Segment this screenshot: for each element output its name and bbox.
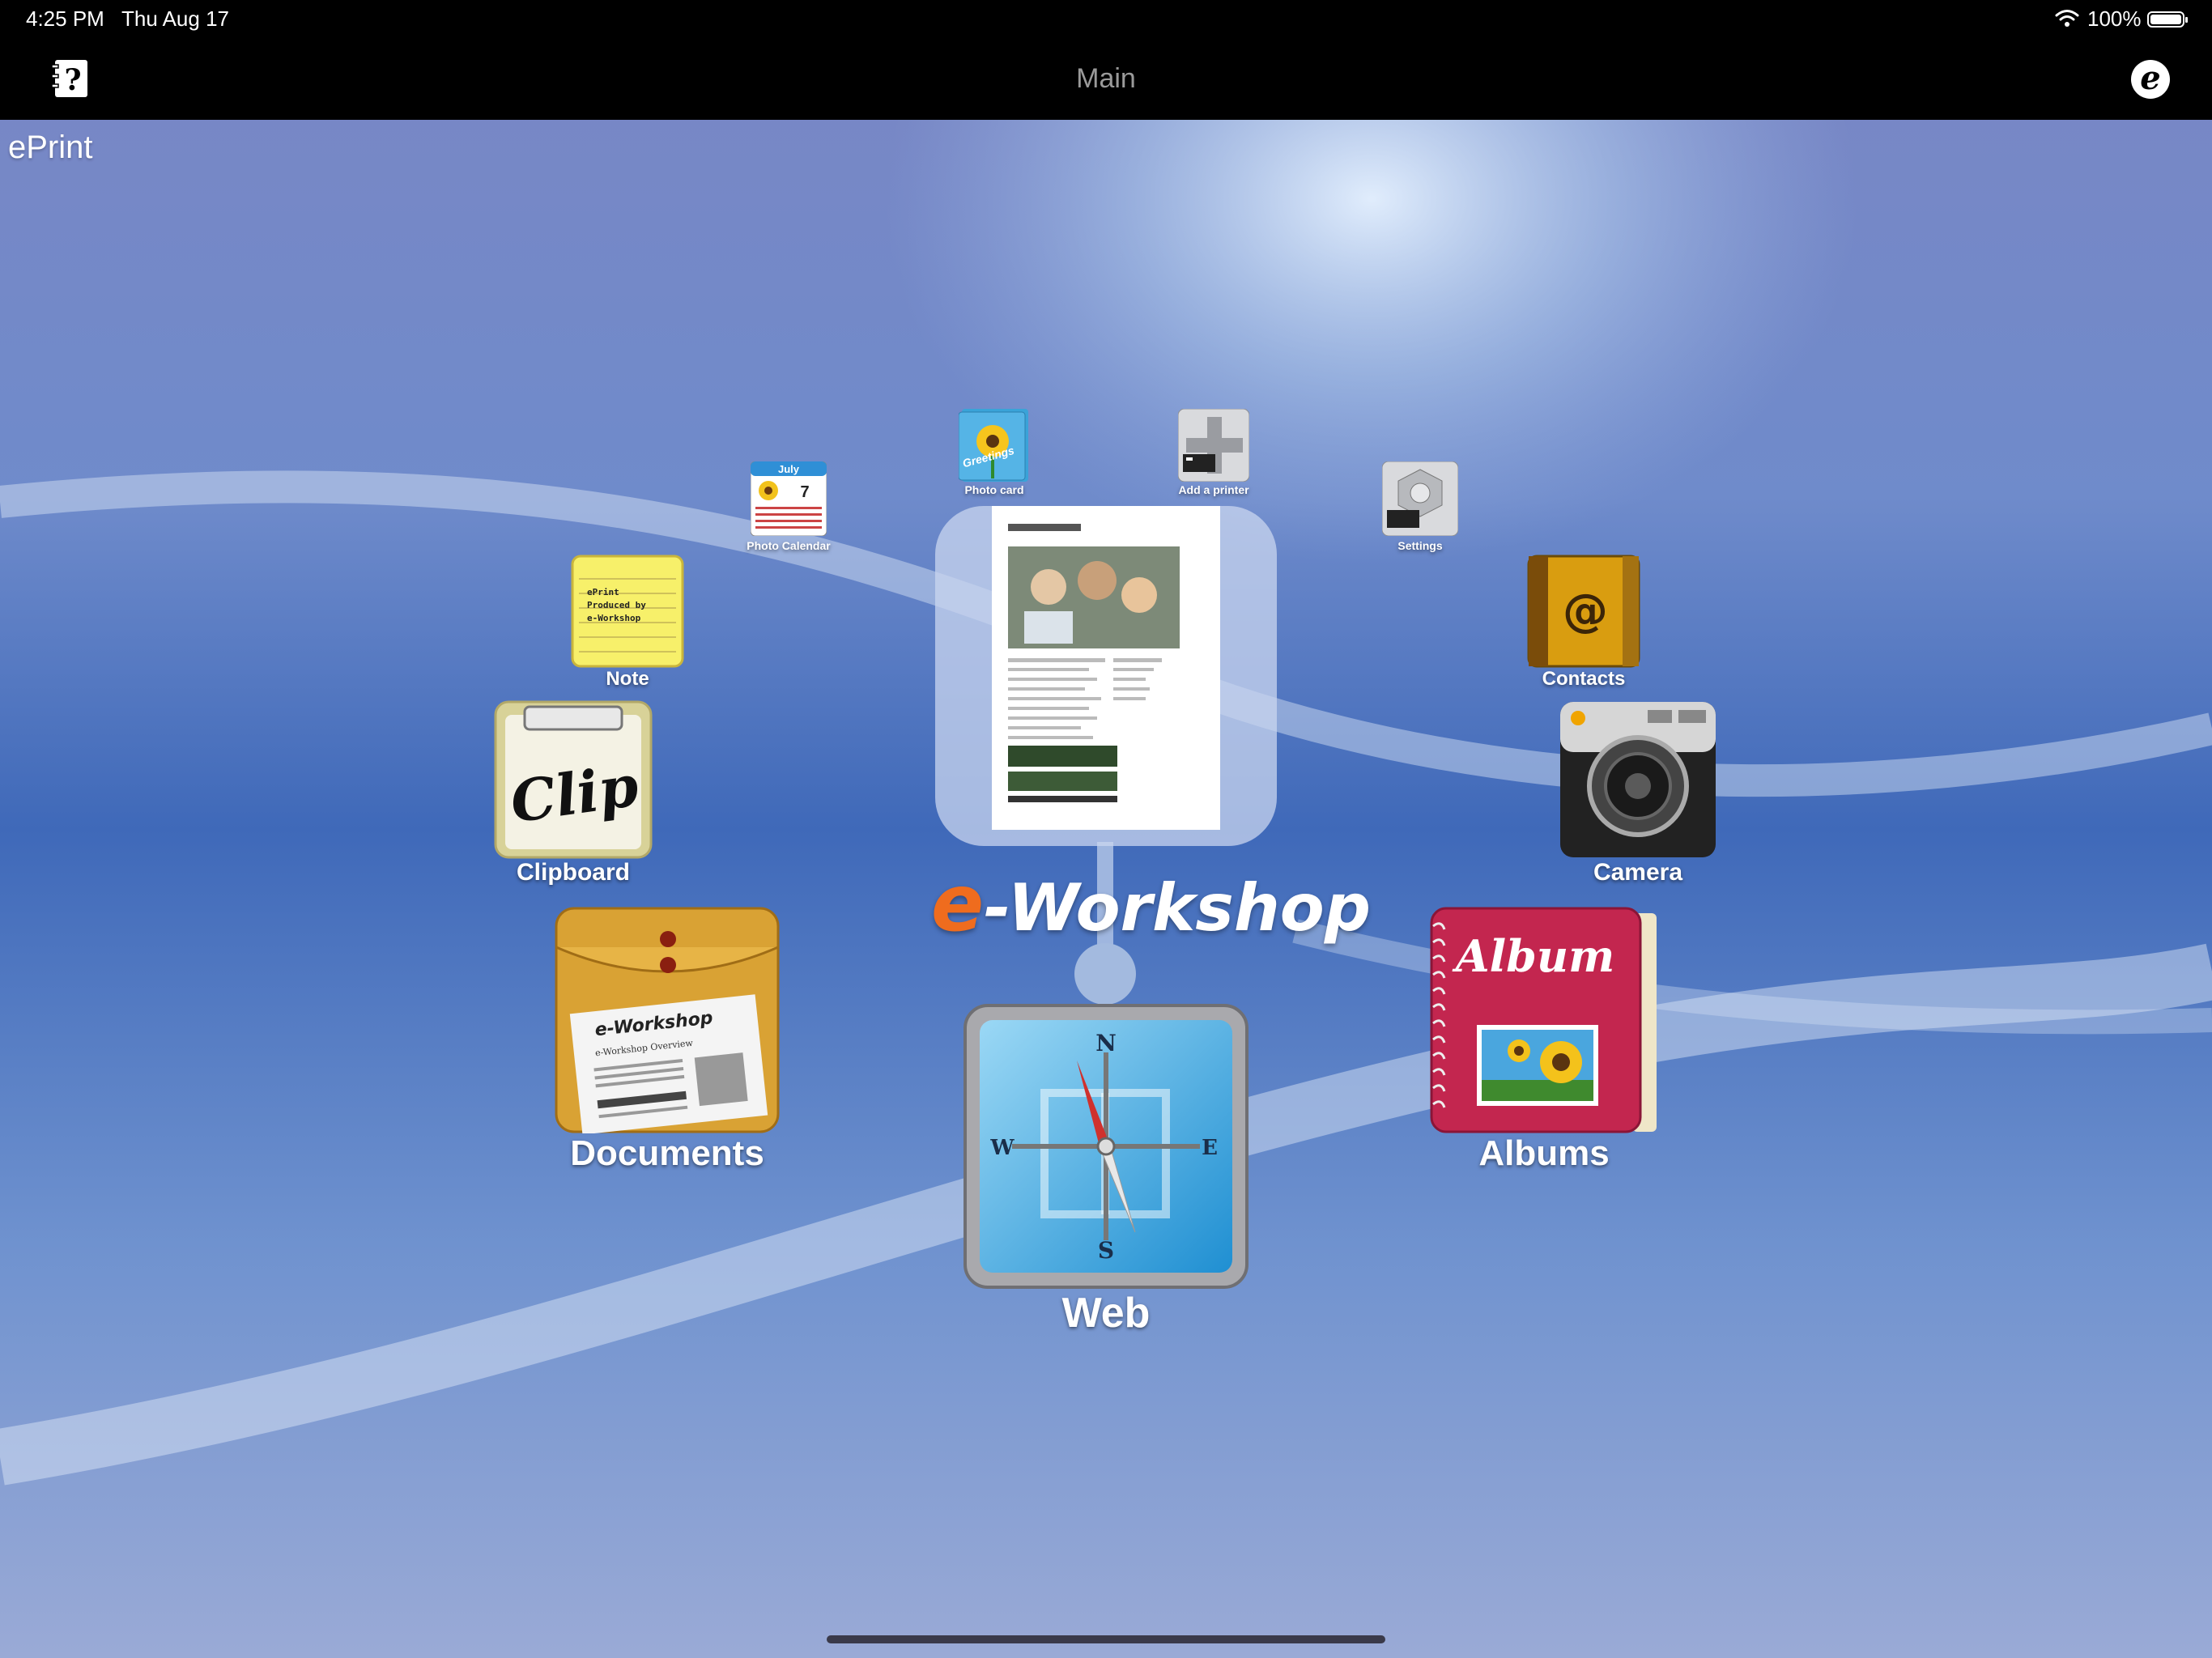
battery-percent: 100% xyxy=(2087,6,2142,31)
svg-text:S: S xyxy=(1098,1237,1114,1264)
add-printer-label: Add a printer xyxy=(1178,483,1249,496)
e-workshop-logo-icon[interactable]: e xyxy=(2131,60,2170,99)
contacts-item[interactable]: @ Contacts xyxy=(1527,555,1640,690)
photo-card-label: Photo card xyxy=(964,483,1024,496)
home-indicator[interactable] xyxy=(827,1635,1385,1643)
photo-calendar-label: Photo Calendar xyxy=(747,539,831,552)
nav-title: Main xyxy=(1076,63,1136,94)
photo-calendar-item[interactable]: July 7 Photo Calendar xyxy=(747,461,831,552)
settings-item[interactable]: Settings xyxy=(1382,461,1458,552)
settings-label: Settings xyxy=(1397,539,1443,552)
note-icon: ePrint Produced by e-Workshop xyxy=(571,555,684,668)
photo-card-item[interactable]: Greetings Photo card xyxy=(959,409,1030,496)
add-printer-icon xyxy=(1178,409,1249,482)
web-label: Web xyxy=(1061,1290,1151,1337)
settings-icon xyxy=(1382,461,1458,536)
status-date: Thu Aug 17 xyxy=(121,6,229,31)
help-book-icon[interactable]: ? xyxy=(50,58,91,99)
documents-icon: e-Workshop e-Workshop Overview xyxy=(555,907,780,1133)
clipboard-item[interactable]: Clip Clipboard xyxy=(494,700,653,886)
svg-text:ePrint: ePrint xyxy=(587,587,619,597)
note-label: Note xyxy=(606,668,649,690)
documents-item[interactable]: e-Workshop e-Workshop Overview Documents xyxy=(555,907,780,1173)
web-item[interactable]: N S E W Web xyxy=(963,1004,1249,1337)
camera-item[interactable]: Camera xyxy=(1559,700,1717,886)
camera-label: Camera xyxy=(1593,859,1683,886)
documents-label: Documents xyxy=(570,1133,764,1173)
calendar-icon: July 7 xyxy=(751,461,827,536)
clipboard-label: Clipboard xyxy=(517,859,630,886)
wifi-icon xyxy=(2055,10,2079,27)
albums-label: Albums xyxy=(1478,1133,1610,1173)
albums-icon: Album xyxy=(1430,907,1657,1133)
e-workshop-brand-logo: e-Workshop xyxy=(931,858,1371,949)
clipboard-icon: Clip xyxy=(494,700,653,859)
compass-icon: N S E W xyxy=(963,1004,1249,1289)
svg-text:?: ? xyxy=(64,63,81,97)
svg-text:Produced by: Produced by xyxy=(587,600,646,610)
svg-text:Album: Album xyxy=(1452,930,1615,982)
svg-text:N: N xyxy=(1095,1030,1117,1056)
navigation-bar: Main xyxy=(0,39,2212,120)
contacts-icon: @ xyxy=(1527,555,1640,668)
status-time: 4:25 PM xyxy=(26,6,104,31)
add-printer-item[interactable]: Add a printer xyxy=(1178,409,1249,496)
svg-text:7: 7 xyxy=(800,483,809,501)
contacts-label: Contacts xyxy=(1542,668,1626,690)
svg-text:July: July xyxy=(778,463,800,475)
status-bar: 4:25 PM Thu Aug 17 100% xyxy=(0,0,2212,39)
svg-text:e-Workshop: e-Workshop xyxy=(587,613,641,623)
albums-item[interactable]: Album Albums xyxy=(1430,907,1658,1173)
note-item[interactable]: ePrint Produced by e-Workshop Note xyxy=(571,555,684,690)
app-title: ePrint xyxy=(8,130,93,165)
camera-icon xyxy=(1560,702,1716,857)
photo-card-icon: Greetings xyxy=(959,409,1028,482)
battery-icon xyxy=(2147,11,2188,28)
svg-text:@: @ xyxy=(1563,585,1608,637)
svg-text:W: W xyxy=(989,1136,1015,1160)
svg-text:E: E xyxy=(1202,1136,1218,1160)
center-preview-panel[interactable] xyxy=(935,506,1277,846)
